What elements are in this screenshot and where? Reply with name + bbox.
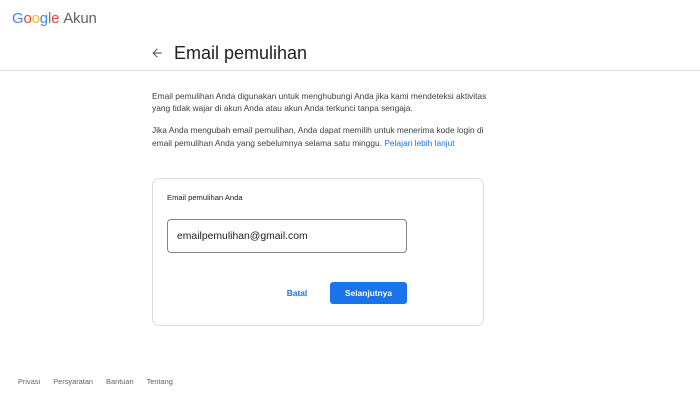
next-button[interactable]: Selanjutnya	[330, 282, 407, 304]
footer: Privasi Persyaratan Bantuan Tentang	[18, 377, 173, 386]
logo-letter: o	[23, 10, 32, 27]
cancel-button[interactable]: Batal	[275, 282, 319, 304]
description-paragraph: Email pemulihan Anda digunakan untuk men…	[152, 91, 487, 114]
logo-letter: o	[31, 10, 40, 27]
recovery-email-card: Email pemulihan Anda Batal Selanjutnya	[152, 178, 484, 326]
product-name: Akun	[63, 10, 97, 27]
top-bar: G o o g l e Akun	[0, 0, 700, 36]
arrow-left-icon	[152, 48, 162, 58]
logo-letter: G	[12, 10, 24, 27]
footer-link-about[interactable]: Tentang	[147, 377, 173, 386]
page-header: Email pemulihan	[0, 36, 700, 71]
footer-link-help[interactable]: Bantuan	[106, 377, 134, 386]
description-paragraph: Jika Anda mengubah email pemulihan, Anda…	[152, 124, 488, 148]
back-button[interactable]	[148, 44, 166, 62]
google-akun-logo[interactable]: G o o g l e Akun	[12, 10, 97, 27]
logo-letter: g	[39, 10, 48, 27]
logo-letter: e	[51, 10, 60, 27]
page-title: Email pemulihan	[174, 43, 308, 63]
card-label: Email pemulihan Anda	[167, 193, 243, 202]
footer-link-privacy[interactable]: Privasi	[18, 377, 40, 386]
footer-link-terms[interactable]: Persyaratan	[53, 377, 93, 386]
description: Email pemulihan Anda digunakan untuk men…	[152, 90, 488, 159]
recovery-email-input[interactable]	[167, 219, 407, 253]
learn-more-link[interactable]: Pelajari lebih lanjut	[384, 138, 454, 148]
